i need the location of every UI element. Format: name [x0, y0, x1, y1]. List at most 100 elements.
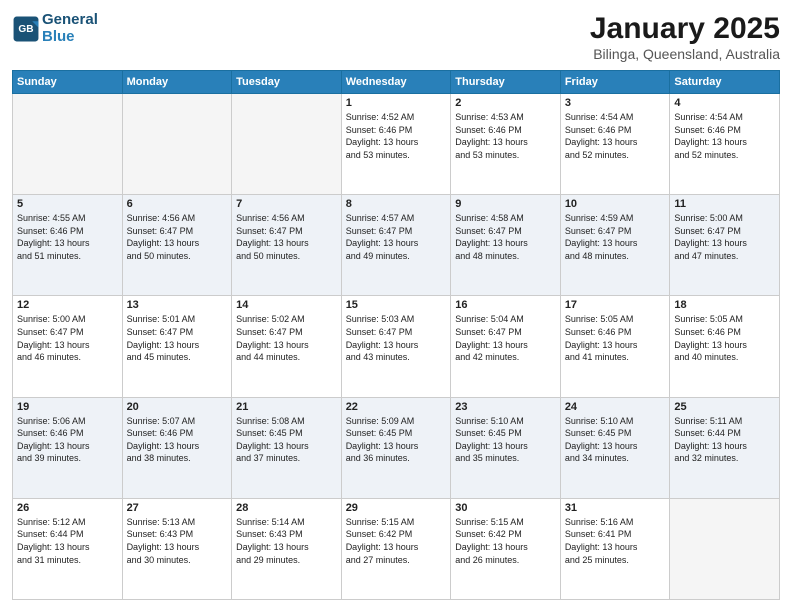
day-number: 9 — [455, 198, 556, 210]
day-info: Sunrise: 4:58 AM Sunset: 6:47 PM Dayligh… — [455, 212, 556, 262]
day-number: 11 — [674, 198, 775, 210]
calendar-day-cell: 27 Sunrise: 5:13 AM Sunset: 6:43 PM Dayli… — [122, 498, 232, 599]
calendar-day-cell: 5 Sunrise: 4:55 AM Sunset: 6:46 PM Daylig… — [13, 195, 123, 296]
day-number: 24 — [565, 401, 666, 413]
day-number: 25 — [674, 401, 775, 413]
day-info: Sunrise: 4:56 AM Sunset: 6:47 PM Dayligh… — [236, 212, 337, 262]
day-info: Sunrise: 4:59 AM Sunset: 6:47 PM Dayligh… — [565, 212, 666, 262]
calendar-day-cell: 21 Sunrise: 5:08 AM Sunset: 6:45 PM Dayli… — [232, 397, 342, 498]
day-info: Sunrise: 5:13 AM Sunset: 6:43 PM Dayligh… — [127, 516, 228, 566]
day-number: 26 — [17, 502, 118, 514]
title-block: January 2025 Bilinga, Queensland, Austra… — [590, 12, 780, 62]
calendar-week-row: 1Sunrise: 4:52 AM Sunset: 6:46 PM Daylig… — [13, 94, 780, 195]
calendar-day-cell — [13, 94, 123, 195]
calendar-day-cell: 24 Sunrise: 5:10 AM Sunset: 6:45 PM Dayli… — [560, 397, 670, 498]
day-number: 29 — [346, 502, 447, 514]
location: Bilinga, Queensland, Australia — [590, 46, 780, 62]
month-title: January 2025 — [590, 12, 780, 46]
day-number: 7 — [236, 198, 337, 210]
day-header-friday: Friday — [560, 71, 670, 94]
day-info: Sunrise: 5:00 AM Sunset: 6:47 PM Dayligh… — [17, 313, 118, 363]
logo-text-block: General Blue — [42, 12, 98, 45]
day-number: 22 — [346, 401, 447, 413]
day-number: 27 — [127, 502, 228, 514]
day-number: 5 — [17, 198, 118, 210]
day-info: Sunrise: 5:06 AM Sunset: 6:46 PM Dayligh… — [17, 415, 118, 465]
day-header-sunday: Sunday — [13, 71, 123, 94]
calendar-table: SundayMondayTuesdayWednesdayThursdayFrid… — [12, 70, 780, 600]
day-info: Sunrise: 5:00 AM Sunset: 6:47 PM Dayligh… — [674, 212, 775, 262]
calendar-day-cell: 14Sunrise: 5:02 AM Sunset: 6:47 PM Dayli… — [232, 296, 342, 397]
day-info: Sunrise: 4:52 AM Sunset: 6:46 PM Dayligh… — [346, 111, 447, 161]
day-number: 8 — [346, 198, 447, 210]
calendar-day-cell: 15 Sunrise: 5:03 AM Sunset: 6:47 PM Dayli… — [341, 296, 451, 397]
day-info: Sunrise: 5:01 AM Sunset: 6:47 PM Dayligh… — [127, 313, 228, 363]
day-header-wednesday: Wednesday — [341, 71, 451, 94]
day-number: 31 — [565, 502, 666, 514]
day-number: 28 — [236, 502, 337, 514]
day-number: 20 — [127, 401, 228, 413]
logo-icon: GB — [12, 15, 40, 43]
calendar-day-cell: 25Sunrise: 5:11 AM Sunset: 6:44 PM Dayli… — [670, 397, 780, 498]
calendar-day-cell — [122, 94, 232, 195]
calendar-day-cell: 30 Sunrise: 5:15 AM Sunset: 6:42 PM Dayli… — [451, 498, 561, 599]
day-number: 15 — [346, 299, 447, 311]
day-info: Sunrise: 5:08 AM Sunset: 6:45 PM Dayligh… — [236, 415, 337, 465]
day-number: 12 — [17, 299, 118, 311]
day-info: Sunrise: 4:53 AM Sunset: 6:46 PM Dayligh… — [455, 111, 556, 161]
day-info: Sunrise: 5:05 AM Sunset: 6:46 PM Dayligh… — [565, 313, 666, 363]
day-info: Sunrise: 5:12 AM Sunset: 6:44 PM Dayligh… — [17, 516, 118, 566]
day-info: Sunrise: 5:04 AM Sunset: 6:47 PM Dayligh… — [455, 313, 556, 363]
day-number: 19 — [17, 401, 118, 413]
day-info: Sunrise: 4:54 AM Sunset: 6:46 PM Dayligh… — [565, 111, 666, 161]
calendar-day-cell: 8 Sunrise: 4:57 AM Sunset: 6:47 PM Daylig… — [341, 195, 451, 296]
calendar-day-cell: 22 Sunrise: 5:09 AM Sunset: 6:45 PM Dayli… — [341, 397, 451, 498]
day-info: Sunrise: 5:03 AM Sunset: 6:47 PM Dayligh… — [346, 313, 447, 363]
day-info: Sunrise: 5:15 AM Sunset: 6:42 PM Dayligh… — [346, 516, 447, 566]
day-number: 21 — [236, 401, 337, 413]
calendar-day-cell: 7 Sunrise: 4:56 AM Sunset: 6:47 PM Daylig… — [232, 195, 342, 296]
day-header-tuesday: Tuesday — [232, 71, 342, 94]
day-header-monday: Monday — [122, 71, 232, 94]
calendar-day-cell: 13 Sunrise: 5:01 AM Sunset: 6:47 PM Dayli… — [122, 296, 232, 397]
day-number: 10 — [565, 198, 666, 210]
day-number: 23 — [455, 401, 556, 413]
day-info: Sunrise: 5:16 AM Sunset: 6:41 PM Dayligh… — [565, 516, 666, 566]
day-number: 2 — [455, 97, 556, 109]
day-info: Sunrise: 5:09 AM Sunset: 6:45 PM Dayligh… — [346, 415, 447, 465]
day-info: Sunrise: 5:14 AM Sunset: 6:43 PM Dayligh… — [236, 516, 337, 566]
day-info: Sunrise: 5:10 AM Sunset: 6:45 PM Dayligh… — [565, 415, 666, 465]
day-header-thursday: Thursday — [451, 71, 561, 94]
day-number: 18 — [674, 299, 775, 311]
calendar-day-cell: 1Sunrise: 4:52 AM Sunset: 6:46 PM Daylig… — [341, 94, 451, 195]
calendar-day-cell: 10 Sunrise: 4:59 AM Sunset: 6:47 PM Dayli… — [560, 195, 670, 296]
day-info: Sunrise: 4:55 AM Sunset: 6:46 PM Dayligh… — [17, 212, 118, 262]
day-info: Sunrise: 5:07 AM Sunset: 6:46 PM Dayligh… — [127, 415, 228, 465]
day-info: Sunrise: 5:05 AM Sunset: 6:46 PM Dayligh… — [674, 313, 775, 363]
day-number: 6 — [127, 198, 228, 210]
calendar-day-cell: 6Sunrise: 4:56 AM Sunset: 6:47 PM Daylig… — [122, 195, 232, 296]
calendar-day-cell: 16 Sunrise: 5:04 AM Sunset: 6:47 PM Dayli… — [451, 296, 561, 397]
calendar-day-cell: 2 Sunrise: 4:53 AM Sunset: 6:46 PM Daylig… — [451, 94, 561, 195]
logo: GB General Blue — [12, 12, 98, 45]
calendar-day-cell: 31 Sunrise: 5:16 AM Sunset: 6:41 PM Dayli… — [560, 498, 670, 599]
calendar-header-row: SundayMondayTuesdayWednesdayThursdayFrid… — [13, 71, 780, 94]
day-number: 13 — [127, 299, 228, 311]
day-info: Sunrise: 4:57 AM Sunset: 6:47 PM Dayligh… — [346, 212, 447, 262]
calendar-week-row: 12 Sunrise: 5:00 AM Sunset: 6:47 PM Dayli… — [13, 296, 780, 397]
calendar-day-cell: 26 Sunrise: 5:12 AM Sunset: 6:44 PM Dayli… — [13, 498, 123, 599]
day-number: 30 — [455, 502, 556, 514]
calendar-day-cell: 20 Sunrise: 5:07 AM Sunset: 6:46 PM Dayli… — [122, 397, 232, 498]
calendar-day-cell: 4Sunrise: 4:54 AM Sunset: 6:46 PM Daylig… — [670, 94, 780, 195]
day-info: Sunrise: 5:15 AM Sunset: 6:42 PM Dayligh… — [455, 516, 556, 566]
day-number: 3 — [565, 97, 666, 109]
logo-blue: Blue — [42, 28, 75, 45]
day-number: 17 — [565, 299, 666, 311]
calendar-day-cell: 28 Sunrise: 5:14 AM Sunset: 6:43 PM Dayli… — [232, 498, 342, 599]
calendar-day-cell — [232, 94, 342, 195]
calendar-day-cell: 29 Sunrise: 5:15 AM Sunset: 6:42 PM Dayli… — [341, 498, 451, 599]
svg-text:GB: GB — [18, 24, 33, 35]
calendar-day-cell: 17 Sunrise: 5:05 AM Sunset: 6:46 PM Dayli… — [560, 296, 670, 397]
calendar-week-row: 5 Sunrise: 4:55 AM Sunset: 6:46 PM Daylig… — [13, 195, 780, 296]
day-number: 16 — [455, 299, 556, 311]
